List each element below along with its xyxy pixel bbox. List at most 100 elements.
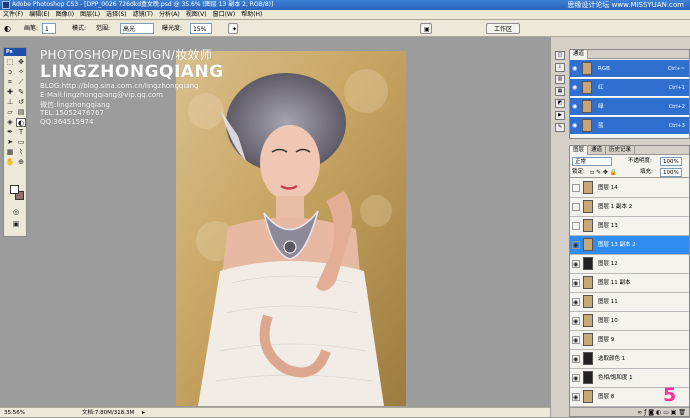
layer-name: 图层 12 [598,261,618,267]
eye-icon[interactable]: ◉ [572,279,580,287]
eraser-tool-icon[interactable]: ▱ [5,108,15,117]
tab-channels-2[interactable]: 通道 [588,146,607,155]
lasso-tool-icon[interactable]: ↄ [5,68,15,77]
blur-tool-icon[interactable]: ◈ [5,118,15,127]
eye-icon[interactable]: ◉ [572,260,580,268]
layer-style-icon[interactable]: ƒ [644,409,646,416]
signature-overlay: PHOTOSHOP/DESIGN/妆效师 LINGZHONGQIANG BLOG… [40,40,300,140]
path-select-tool-icon[interactable]: ➤ [5,138,15,147]
hand-tool-icon[interactable]: ✋ [5,158,15,167]
layer-row[interactable]: ◉ 图层 13 副本 2 [570,236,689,255]
eye-icon[interactable]: ◉ [572,374,580,382]
swatches-icon[interactable]: ▦ [555,87,565,96]
layer-name: 选取颜色 1 [598,356,626,362]
info-icon[interactable]: i [555,63,565,72]
pen-tool-icon[interactable]: ✒ [5,128,15,137]
actions-icon[interactable]: ▶ [555,111,565,120]
dodge-tool-icon[interactable]: ◐ [16,118,26,127]
layer-row[interactable]: 图层 1 副本 2 [570,198,689,217]
histogram-icon[interactable]: ▥ [555,75,565,84]
notes-tool-icon[interactable]: ▦ [5,148,15,157]
layer-row[interactable]: ◉ 图层 9 [570,331,689,350]
move-tool-icon[interactable]: ✥ [16,58,26,67]
brush-tool-icon[interactable]: ✎ [16,88,26,97]
healing-tool-icon[interactable]: ✚ [5,88,15,97]
history-brush-tool-icon[interactable]: ↺ [16,98,26,107]
eye-icon[interactable] [572,184,580,192]
eye-icon[interactable]: ◉ [572,84,579,91]
eye-icon[interactable]: ◉ [572,298,580,306]
channel-row[interactable]: ◉ RGB Ctrl+~ [570,60,689,78]
eye-icon[interactable]: ◉ [572,122,579,129]
eyedropper-tool-icon[interactable]: ⌇ [16,148,26,157]
new-layer-icon[interactable]: ▣ [671,409,677,416]
shape-tool-icon[interactable]: ▭ [16,138,26,147]
styles-icon[interactable]: ◩ [555,99,565,108]
menu-select[interactable]: 选择(S) [103,10,130,20]
menu-view[interactable]: 视图(V) [183,10,210,20]
eye-icon[interactable]: ◉ [572,317,580,325]
magic-wand-tool-icon[interactable]: ✧ [16,68,26,77]
type-tool-icon[interactable]: T [16,128,26,137]
stamp-tool-icon[interactable]: ⊥ [5,98,15,107]
crop-tool-icon[interactable]: ⌗ [5,78,15,87]
eye-icon[interactable]: ◉ [572,355,580,363]
screen-mode-icon[interactable]: ▣ [10,220,22,229]
channel-row[interactable]: ◉ 红 Ctrl+1 [570,79,689,97]
dodge-tool-icon[interactable]: ◐ [4,23,11,34]
menu-layer[interactable]: 图层(L) [77,10,103,20]
navigator-icon[interactable]: ◫ [555,51,565,60]
channel-row[interactable]: ◉ 蓝 Ctrl+3 [570,117,689,135]
tab-layers[interactable]: 图层 [570,146,589,155]
tab-channels[interactable]: 通道 [570,50,589,59]
eye-icon[interactable]: ◉ [572,103,579,110]
opacity-input[interactable]: 100% [660,157,682,166]
layer-row[interactable]: ◉ 选取颜色 1 [570,350,689,369]
workspace-button[interactable]: 工作区 [486,23,520,34]
gradient-tool-icon[interactable]: ▤ [16,108,26,117]
go-to-bridge-icon[interactable]: ▣ [420,23,432,34]
link-layers-icon[interactable]: ∞ [637,409,642,416]
menu-image[interactable]: 图像(I) [53,10,77,20]
menu-edit[interactable]: 编辑(E) [26,10,52,20]
quick-mask-icon[interactable]: ◎ [10,208,22,217]
lock-icons[interactable]: ▫ ✎ ✥ 🔒 [590,167,617,178]
range-select[interactable]: 高光 [120,23,154,34]
app-icon [2,1,10,9]
eye-icon[interactable]: ◉ [572,241,580,249]
eye-icon[interactable]: ◉ [572,65,579,72]
menu-window[interactable]: 窗口(W) [210,10,239,20]
layer-row[interactable]: ◉ 图层 11 副本 [570,274,689,293]
fill-input[interactable]: 100% [660,168,682,177]
menu-filter[interactable]: 滤镜(T) [130,10,156,20]
eye-icon[interactable] [572,203,580,211]
brush-size-picker[interactable]: 1 [42,23,56,34]
exposure-input[interactable]: 15% [190,23,212,34]
menu-analysis[interactable]: 分析(A) [156,10,183,20]
brushes-icon[interactable]: ✎ [555,123,565,132]
layer-row[interactable]: ◉ 图层 12 [570,255,689,274]
tab-history[interactable]: 历史记录 [606,146,636,155]
layer-row[interactable]: 图层 14 [570,179,689,198]
marquee-tool-icon[interactable]: ⬚ [5,58,15,67]
blend-mode-select[interactable]: 正常 [572,157,612,166]
channel-row[interactable]: ◉ 绿 Ctrl+2 [570,98,689,116]
delete-layer-icon[interactable]: 🗑 [678,409,686,416]
add-mask-icon[interactable]: ◙ [648,409,654,416]
channel-name: 绿 [598,104,604,110]
zoom-tool-icon[interactable]: ⊕ [16,158,26,167]
slice-tool-icon[interactable]: ⟋ [16,78,26,87]
airbrush-icon[interactable]: ✦ [228,23,238,34]
adjustment-layer-icon[interactable]: ◐ [656,409,661,416]
eye-icon[interactable]: ◉ [572,336,580,344]
layer-row[interactable]: ◉ 图层 10 [570,312,689,331]
layer-row[interactable]: ◉ 图层 11 [570,293,689,312]
menu-file[interactable]: 文件(F) [0,10,26,20]
eye-icon[interactable] [572,222,580,230]
overlay-line-email: E-Mail:lingzhongqiang@vip.qq.com [40,91,163,99]
menu-help[interactable]: 帮助(H) [238,10,265,20]
foreground-color-swatch[interactable] [10,185,19,194]
new-group-icon[interactable]: ▭ [663,409,669,416]
layer-row[interactable]: 图层 13 [570,217,689,236]
eye-icon[interactable]: ◉ [572,393,580,401]
